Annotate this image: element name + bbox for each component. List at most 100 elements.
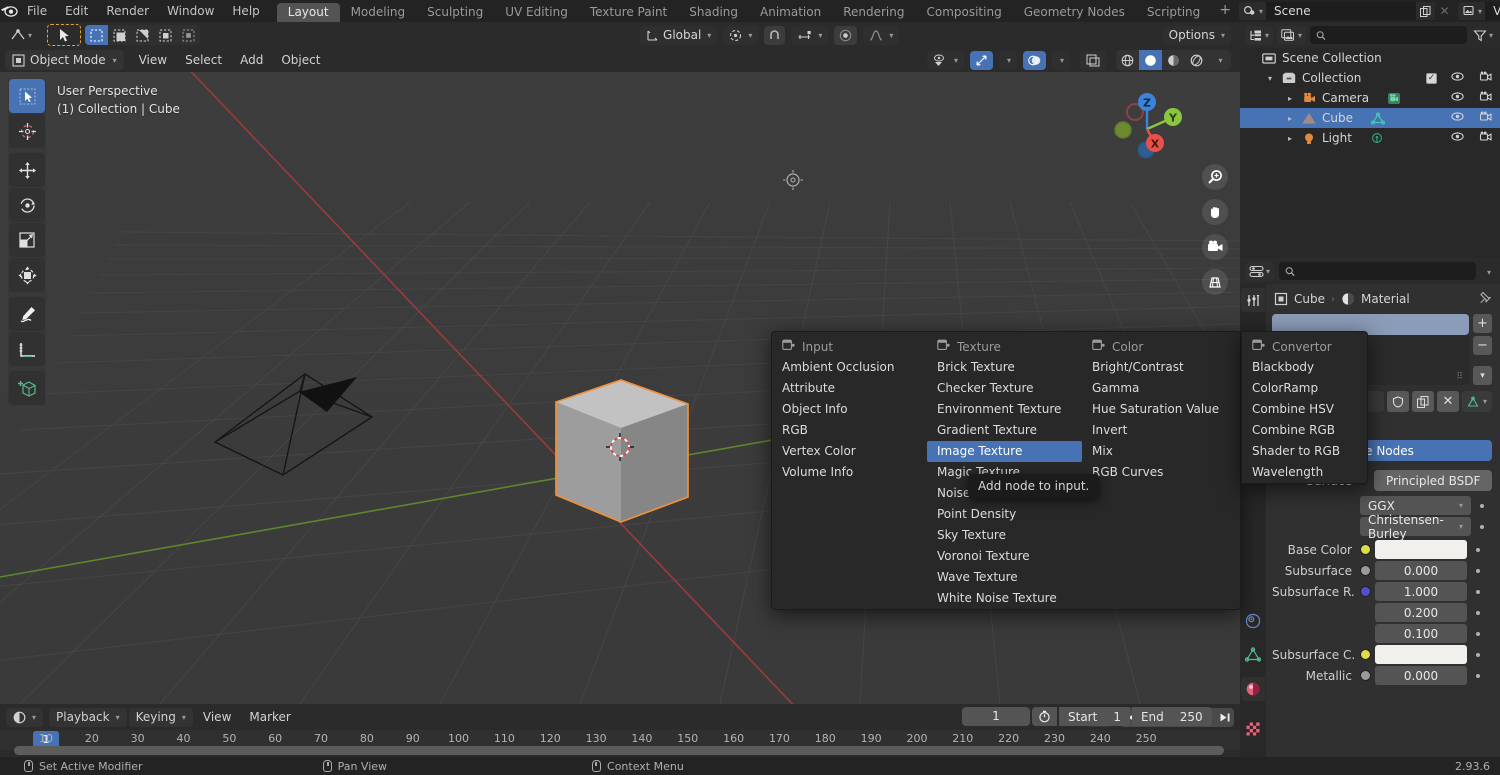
slot-buttons[interactable]: + − ▾ (1473, 314, 1492, 385)
workspace-tab-scripting[interactable]: Scripting (1136, 3, 1211, 22)
mode-dropdown[interactable]: Object Mode ▾ (5, 50, 124, 70)
timeline-editor[interactable]: ▾ Playback▾ Keying▾ View Marker ▾ (0, 704, 1240, 757)
subsurface-method-dropdown[interactable]: Christensen-Burley▾ (1360, 517, 1471, 536)
transform-tool-icon[interactable] (9, 258, 45, 292)
top-menu-help[interactable]: Help (223, 0, 268, 22)
view-layer-selector[interactable]: ▾ View Layer ✕ (1458, 2, 1500, 20)
property-value[interactable]: 0.100 (1375, 624, 1467, 643)
timeline-scrollbar[interactable] (14, 746, 1224, 755)
camera-data-icon[interactable] (1387, 92, 1401, 105)
camera-view-icon[interactable] (1202, 234, 1228, 260)
menu-item-shader-to-rgb[interactable]: Shader to RGB (1242, 441, 1369, 462)
hide-in-viewport-toggle[interactable] (1451, 131, 1464, 145)
menu-item-gradient-texture[interactable]: Gradient Texture (927, 420, 1082, 441)
measure-tool-icon[interactable] (9, 332, 45, 366)
options-dropdown[interactable]: Options ▾ (1163, 26, 1231, 45)
menu-item-rgb[interactable]: RGB (772, 420, 927, 441)
property-value[interactable]: 1.000 (1375, 582, 1467, 601)
disable-in-render-toggle[interactable] (1478, 111, 1492, 125)
material-preview-icon[interactable] (1162, 50, 1185, 70)
property-row-subsurface[interactable]: Subsurface0.000 (1272, 561, 1480, 580)
menu-item-blackbody[interactable]: Blackbody (1242, 357, 1369, 378)
playback-menu[interactable]: Playback▾ (49, 708, 127, 727)
menu-item-checker-texture[interactable]: Checker Texture (927, 378, 1082, 399)
xray-toggle[interactable] (1080, 51, 1106, 70)
menu-item-colorramp[interactable]: ColorRamp (1242, 378, 1369, 399)
select-mode-segment[interactable] (85, 25, 200, 45)
animate-dot[interactable] (1476, 653, 1480, 657)
object-data-properties-icon[interactable] (1241, 643, 1265, 667)
property-value[interactable]: 0.000 (1375, 561, 1467, 580)
expand-arrow-icon[interactable]: ▾ (1268, 74, 1282, 83)
add-cube-tool-icon[interactable] (9, 371, 45, 405)
menu-item-point-density[interactable]: Point Density (927, 504, 1082, 525)
outliner-search-field[interactable] (1331, 29, 1461, 42)
filter-id-icon[interactable]: ▾ (1277, 26, 1306, 45)
tweak-select-tool-icon[interactable] (9, 79, 45, 113)
start-frame-field[interactable]: Start 1 (1059, 707, 1130, 726)
property-socket[interactable] (1360, 670, 1371, 681)
overlays-dropdown[interactable]: ▾ (1052, 51, 1070, 70)
menu-item-wavelength[interactable]: Wavelength (1242, 462, 1369, 483)
expand-arrow-icon[interactable]: ▸ (1288, 114, 1302, 123)
gizmo-dropdown[interactable]: ▾ (999, 51, 1017, 70)
end-frame-field[interactable]: End 250 (1132, 707, 1212, 726)
expand-arrow-icon[interactable]: ▸ (1288, 134, 1302, 143)
slot-specials-menu[interactable]: ▾ (1473, 366, 1492, 385)
add-workspace-button[interactable]: + (1211, 2, 1239, 21)
property-value[interactable]: 0.200 (1375, 603, 1467, 622)
property-socket[interactable] (1360, 586, 1371, 597)
breadcrumb-object[interactable]: Cube (1294, 292, 1325, 306)
unlink-scene-button[interactable]: ✕ (1435, 2, 1454, 20)
expand-arrow-icon[interactable]: ▸ (1288, 94, 1302, 103)
scale-tool-icon[interactable] (9, 223, 45, 257)
pin-icon[interactable] (1479, 291, 1492, 307)
properties-search-input[interactable] (1279, 262, 1476, 280)
property-color-swatch[interactable] (1375, 540, 1467, 559)
animate-dot[interactable] (1476, 569, 1480, 573)
workspace-tabs[interactable]: LayoutModelingSculptingUV EditingTexture… (277, 0, 1212, 22)
menu-item-ambient-occlusion[interactable]: Ambient Occlusion (772, 357, 927, 378)
pivot-point-dropdown[interactable]: ▾ (723, 26, 758, 45)
timeline-view-menu[interactable]: View (195, 708, 239, 727)
select-intersect-icon[interactable] (177, 25, 200, 45)
workspace-tab-rendering[interactable]: Rendering (832, 3, 915, 22)
property-row-subsurface-r---[interactable]: Subsurface R...1.000 (1272, 582, 1480, 601)
properties-search-field[interactable] (1300, 265, 1470, 278)
workspace-tab-compositing[interactable]: Compositing (915, 3, 1012, 22)
solid-shading-icon[interactable] (1139, 50, 1162, 70)
menu-item-rgb-curves[interactable]: RGB Curves (1082, 462, 1242, 483)
zoom-icon[interactable] (1202, 164, 1228, 190)
outliner-row-camera[interactable]: ▸Camera (1240, 88, 1500, 108)
property-row-base-color[interactable]: Base Color (1272, 540, 1480, 559)
add-node-menu-convertor-column[interactable]: ConvertorBlackbodyColorRampCombine HSVCo… (1241, 331, 1368, 484)
menu-item-hue-saturation-value[interactable]: Hue Saturation Value (1082, 399, 1242, 420)
tool-tab-icon[interactable] (1241, 288, 1265, 312)
select-invert-icon[interactable] (154, 25, 177, 45)
outliner-display-mode-icon[interactable]: ▾ (1245, 26, 1273, 45)
animate-dot[interactable] (1476, 632, 1480, 636)
timeline-marker-menu[interactable]: Marker (241, 708, 298, 727)
menu-item-bright-contrast[interactable]: Bright/Contrast (1082, 357, 1242, 378)
proportional-edit-toggle[interactable] (834, 26, 857, 45)
view-layer-icon[interactable]: ▾ (1458, 2, 1485, 20)
outliner-row-collection[interactable]: ▾Collection✓ (1240, 68, 1500, 88)
animate-dot[interactable] (1476, 590, 1480, 594)
mesh-data-icon[interactable] (1371, 112, 1385, 125)
menu-item-invert[interactable]: Invert (1082, 420, 1242, 441)
viewport-nav-buttons[interactable] (1202, 164, 1228, 295)
workspace-tab-modeling[interactable]: Modeling (340, 3, 417, 22)
outliner-row-light[interactable]: ▸Light (1240, 128, 1500, 148)
transform-orientation-dropdown[interactable]: Global ▾ (640, 26, 717, 45)
animate-dot[interactable] (1476, 548, 1480, 552)
unlink-icon[interactable]: ✕ (1437, 391, 1459, 412)
scene-name-field[interactable]: Scene (1266, 2, 1416, 20)
gizmo-toggle[interactable] (970, 51, 993, 70)
menu-item-object-info[interactable]: Object Info (772, 399, 927, 420)
viewport-menu-select[interactable]: Select (176, 50, 231, 70)
cursor-tool-icon[interactable] (9, 114, 45, 148)
funnel-icon[interactable]: ▾ (1471, 26, 1495, 45)
viewport-menu-object[interactable]: Object (272, 50, 329, 70)
property-row-subsurface-r---[interactable]: 0.200 (1272, 603, 1480, 622)
move-tool-icon[interactable] (9, 153, 45, 187)
